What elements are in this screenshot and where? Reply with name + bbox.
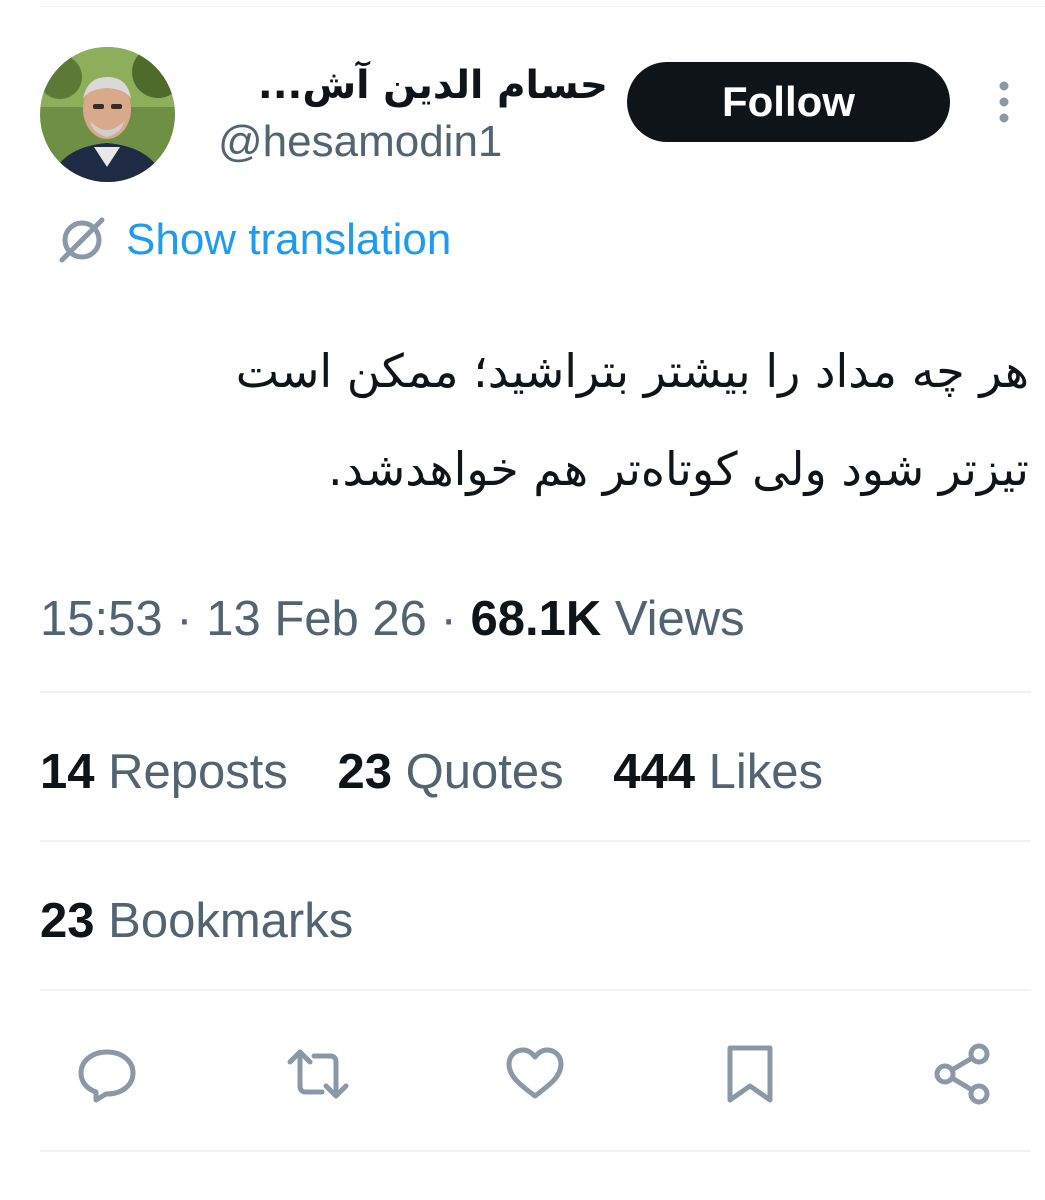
likes-count: 444	[613, 745, 696, 799]
author-info[interactable]: حسام الدین آش... @hesamodin1	[218, 60, 608, 170]
like-icon[interactable]	[503, 1042, 567, 1106]
likes-stat[interactable]: 444 Likes	[613, 741, 823, 803]
more-vertical-icon[interactable]	[988, 78, 1020, 126]
tweet-text-line-2: تیزتر شود ولی کوتاه‌تر هم خواهدشد.	[327, 442, 1029, 496]
reposts-stat[interactable]: 14 Reposts	[40, 741, 288, 803]
quotes-label: Quotes	[405, 745, 564, 799]
likes-label: Likes	[708, 745, 824, 799]
views-count: 68.1K	[470, 592, 602, 646]
bookmarks-count: 23	[40, 894, 95, 948]
bookmark-icon[interactable]	[718, 1042, 782, 1106]
tweet-meta: 15:53 · 13 Feb 26 · 68.1K Views	[40, 588, 745, 650]
avatar[interactable]	[40, 47, 175, 182]
bookmarks-stat[interactable]: 23 Bookmarks	[40, 890, 353, 952]
meta-separator: ·	[440, 592, 457, 646]
tweet-time[interactable]: 15:53	[40, 592, 163, 646]
share-icon[interactable]	[931, 1042, 995, 1106]
tweet-text-line-1: هر چه مداد را بیشتر بتراشید؛ ممکن است	[235, 344, 1029, 398]
show-translation-link[interactable]: Show translation	[54, 212, 451, 268]
repost-icon[interactable]	[286, 1042, 350, 1106]
reposts-label: Reposts	[108, 745, 288, 799]
author-handle[interactable]: @hesamodin1	[218, 114, 608, 170]
follow-button[interactable]: Follow	[627, 62, 950, 142]
divider	[40, 1150, 1031, 1152]
tweet-text: هر چه مداد را بیشتر بتراشید؛ ممکن است تی…	[40, 322, 1029, 518]
meta-separator: ·	[176, 592, 193, 646]
quotes-stat[interactable]: 23 Quotes	[338, 741, 564, 803]
engagement-stats: 14 Reposts 23 Quotes 444 Likes	[40, 741, 823, 803]
author-display-name[interactable]: حسام الدین آش...	[218, 60, 608, 112]
show-translation-label[interactable]: Show translation	[126, 215, 451, 265]
reply-icon[interactable]	[75, 1042, 139, 1106]
views-label: Views	[614, 592, 745, 646]
divider	[40, 989, 1031, 991]
tweet-date[interactable]: 13 Feb 26	[206, 592, 427, 646]
divider	[40, 691, 1031, 693]
divider	[40, 840, 1031, 842]
quotes-count: 23	[337, 745, 393, 799]
bookmarks-label: Bookmarks	[108, 894, 354, 948]
avatar-image	[40, 47, 175, 182]
translate-globe-icon	[54, 212, 110, 268]
top-divider	[40, 6, 1045, 7]
reposts-count: 14	[40, 745, 95, 799]
